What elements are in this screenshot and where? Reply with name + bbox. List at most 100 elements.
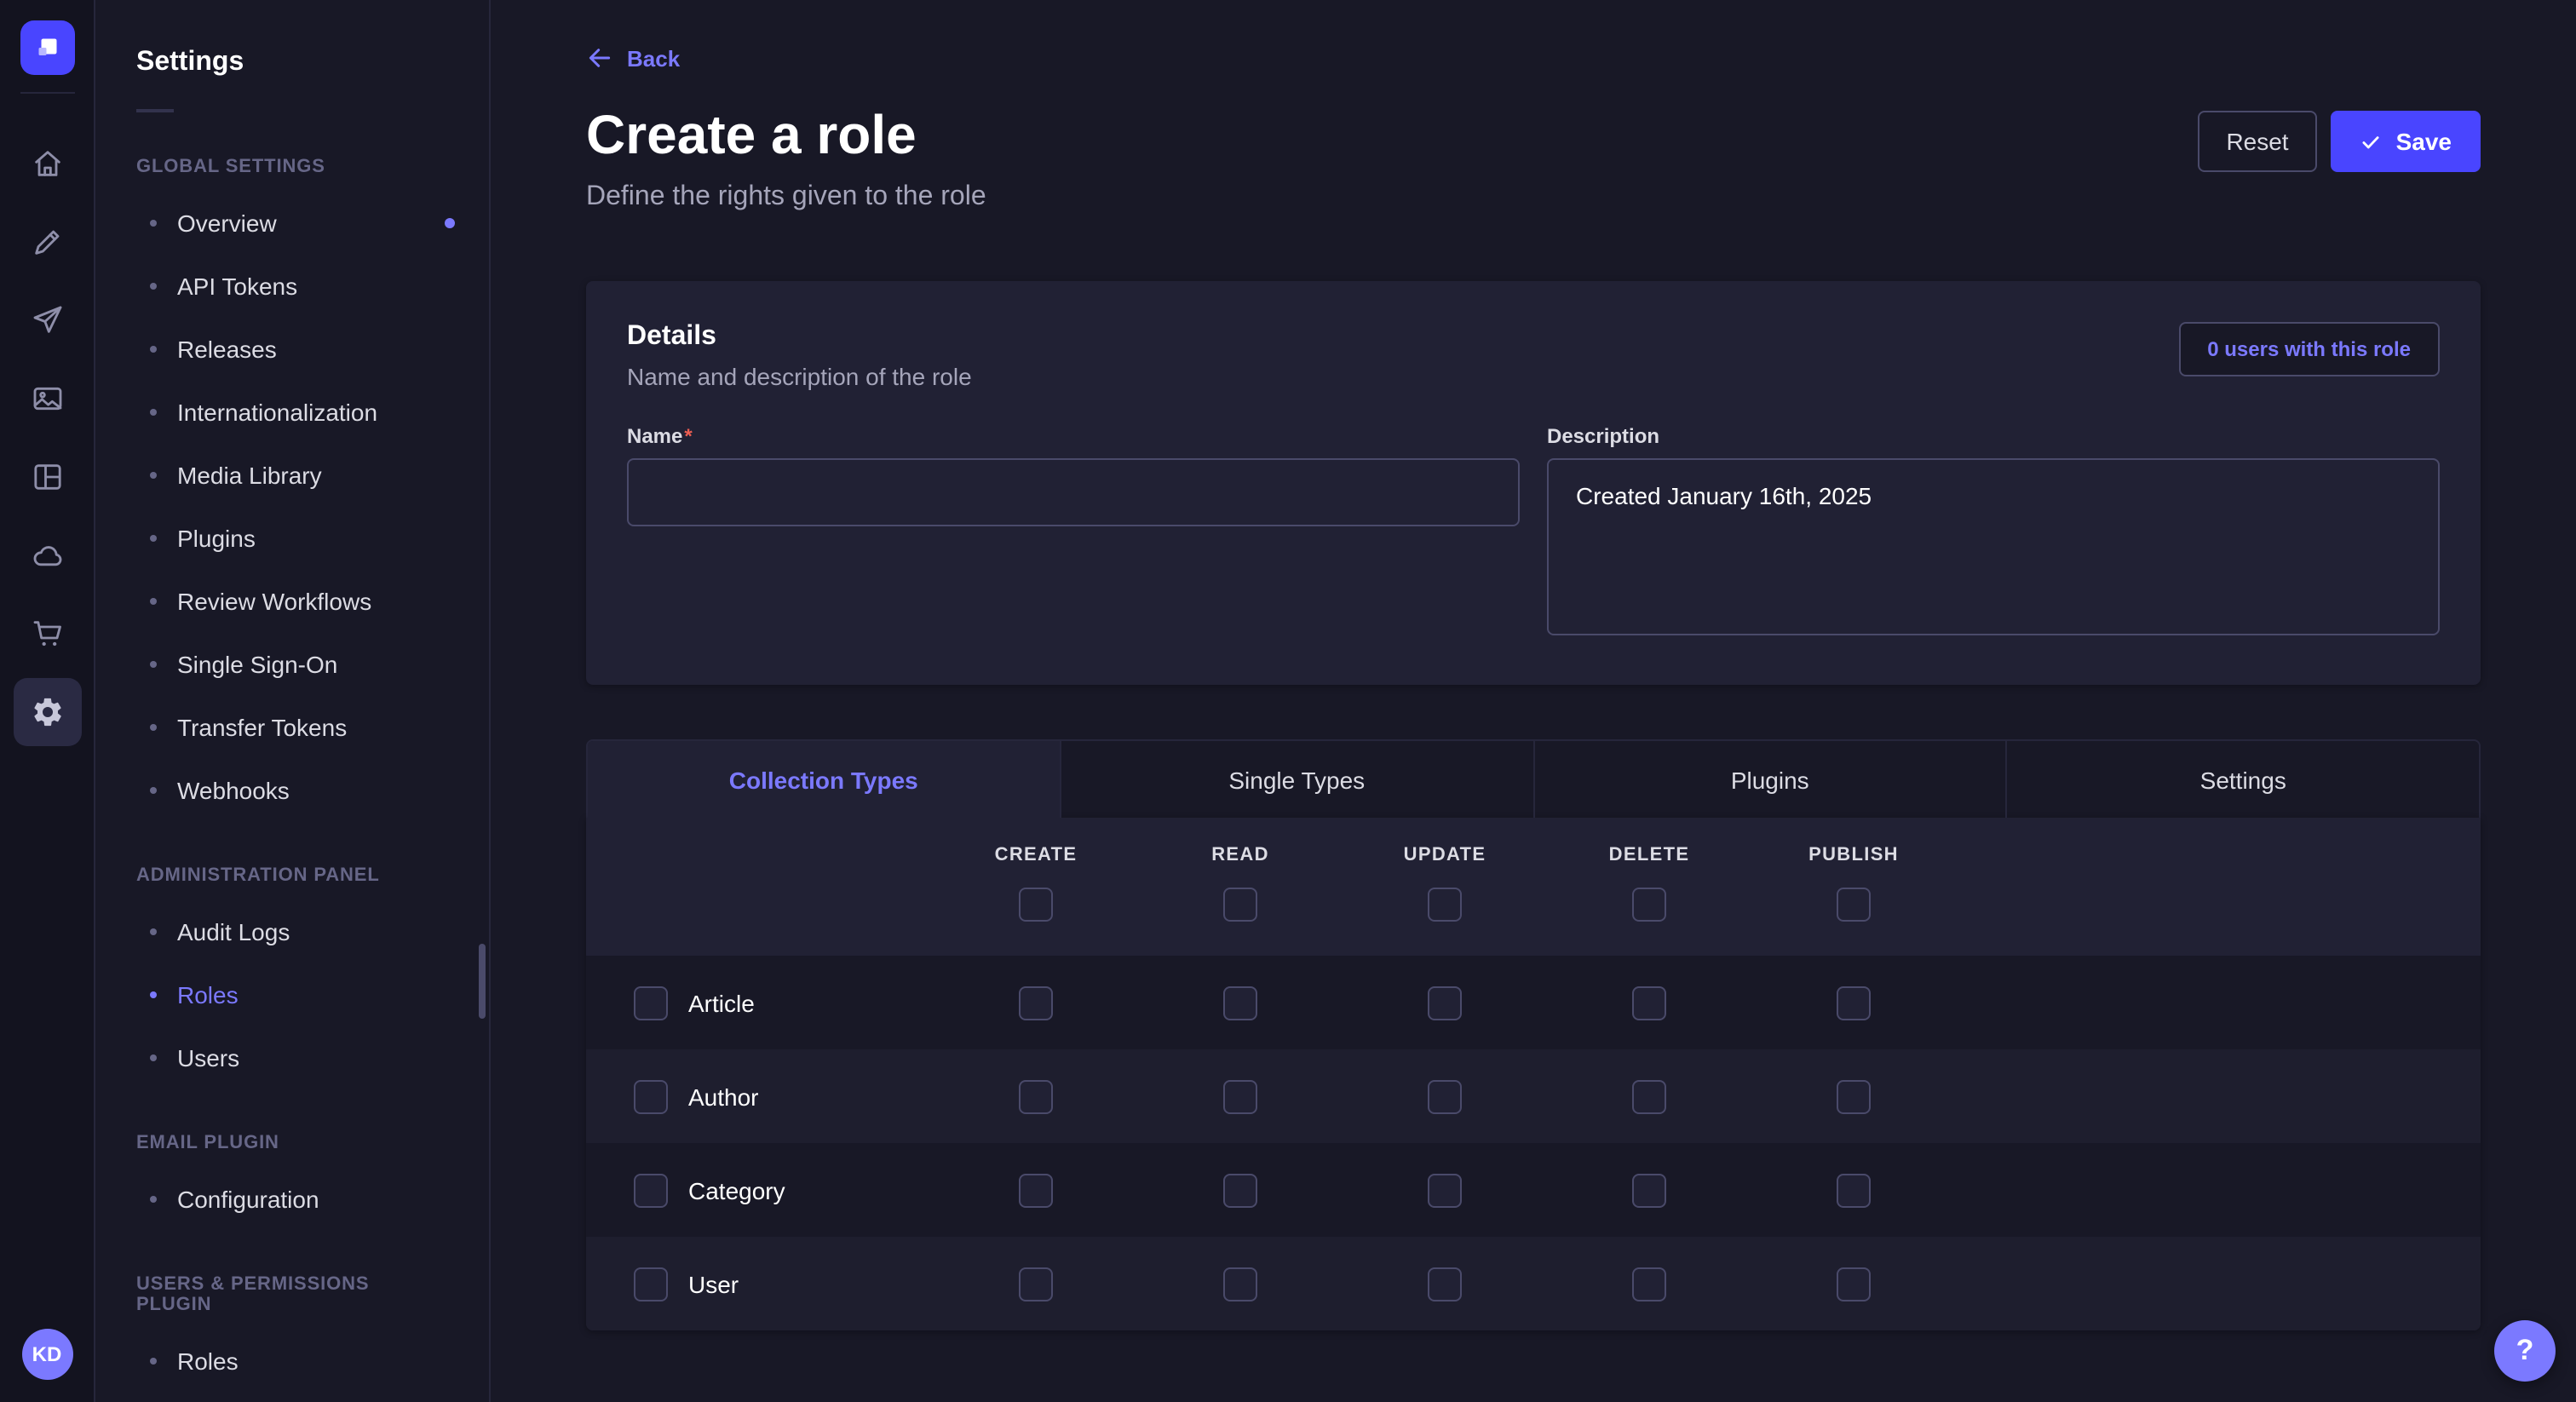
- releases-icon: [30, 303, 64, 337]
- sidebar-item-webhooks[interactable]: Webhooks: [95, 758, 489, 821]
- sidebar-item-roles[interactable]: Roles: [95, 1329, 489, 1392]
- select-all-update-checkbox[interactable]: [1428, 888, 1462, 922]
- user-update-checkbox[interactable]: [1428, 1267, 1462, 1301]
- sidebar-item-providers[interactable]: Providers: [95, 1392, 489, 1402]
- bullet-icon: [150, 1054, 157, 1060]
- select-all-publish-checkbox[interactable]: [1837, 888, 1871, 922]
- user-read-checkbox[interactable]: [1223, 1267, 1257, 1301]
- article-create-checkbox[interactable]: [1019, 985, 1053, 1020]
- tab-label: Settings: [2200, 766, 2286, 793]
- bullet-icon: [150, 471, 157, 478]
- rail-item-home[interactable]: [13, 129, 81, 198]
- bullet-icon: [150, 408, 157, 415]
- permissions-header-row: CREATEREADUPDATEDELETEPUBLISH: [586, 818, 2481, 956]
- user-create-checkbox[interactable]: [1019, 1267, 1053, 1301]
- details-heading: Details: [627, 322, 972, 353]
- sidebar-item-single-sign-on[interactable]: Single Sign-On: [95, 632, 489, 695]
- content-manager-icon: [30, 225, 64, 259]
- sidebar-item-media-library[interactable]: Media Library: [95, 443, 489, 506]
- sidebar-item-configuration[interactable]: Configuration: [95, 1167, 489, 1230]
- rail-item-content-type-builder[interactable]: [13, 443, 81, 511]
- rail-item-cloud[interactable]: [13, 521, 81, 589]
- rail-item-marketplace[interactable]: [13, 600, 81, 668]
- cell-article-read: [1138, 985, 1343, 1020]
- sidebar-item-transfer-tokens[interactable]: Transfer Tokens: [95, 695, 489, 758]
- select-row-article-checkbox[interactable]: [634, 985, 668, 1020]
- rail-item-settings[interactable]: [13, 678, 81, 746]
- sidebar-scrollbar-thumb[interactable]: [479, 944, 486, 1019]
- sidebar-item-internationalization[interactable]: Internationalization: [95, 380, 489, 443]
- rail-nav: [13, 124, 81, 751]
- category-update-checkbox[interactable]: [1428, 1173, 1462, 1207]
- rail-item-content-manager[interactable]: [13, 208, 81, 276]
- perm-column-label: UPDATE: [1404, 845, 1486, 865]
- save-button[interactable]: Save: [2332, 111, 2481, 172]
- tab-single-types[interactable]: Single Types: [1061, 741, 1535, 818]
- sidebar-item-label: Single Sign-On: [177, 650, 337, 677]
- users-with-role-button[interactable]: 0 users with this role: [2178, 322, 2440, 376]
- sidebar-item-api-tokens[interactable]: API Tokens: [95, 254, 489, 317]
- sidebar-section-label: ADMINISTRATION PANEL: [136, 865, 448, 886]
- cell-user-read: [1138, 1267, 1343, 1301]
- category-delete-checkbox[interactable]: [1632, 1173, 1666, 1207]
- rail-item-media-library[interactable]: [13, 365, 81, 433]
- page-subtitle: Define the rights given to the role: [586, 182, 986, 213]
- sidebar-item-review-workflows[interactable]: Review Workflows: [95, 569, 489, 632]
- help-button[interactable]: ?: [2494, 1320, 2556, 1382]
- select-all-create-checkbox[interactable]: [1019, 888, 1053, 922]
- permissions-panel: Collection TypesSingle Types Plugins Setti…: [586, 739, 2481, 1330]
- media-library-icon: [30, 382, 64, 416]
- sidebar-item-plugins[interactable]: Plugins: [95, 506, 489, 569]
- select-row-author-checkbox[interactable]: [634, 1079, 668, 1113]
- author-read-checkbox[interactable]: [1223, 1079, 1257, 1113]
- tab-plugins[interactable]: Plugins: [1534, 741, 2008, 818]
- sidebar-item-releases[interactable]: Releases: [95, 317, 489, 380]
- author-update-checkbox[interactable]: [1428, 1079, 1462, 1113]
- author-create-checkbox[interactable]: [1019, 1079, 1053, 1113]
- article-update-checkbox[interactable]: [1428, 985, 1462, 1020]
- main-nav-rail: KD: [0, 0, 95, 1402]
- sidebar-item-overview[interactable]: Overview: [95, 191, 489, 254]
- row-name-cell: User: [586, 1267, 934, 1301]
- bullet-icon: [150, 282, 157, 289]
- permission-row-user: User: [586, 1237, 2481, 1330]
- select-row-category-checkbox[interactable]: [634, 1173, 668, 1207]
- user-delete-checkbox[interactable]: [1632, 1267, 1666, 1301]
- sidebar-item-audit-logs[interactable]: Audit Logs: [95, 899, 489, 962]
- article-publish-checkbox[interactable]: [1837, 985, 1871, 1020]
- tab-label: Plugins: [1731, 766, 1809, 793]
- user-publish-checkbox[interactable]: [1837, 1267, 1871, 1301]
- content-type-label: User: [688, 1270, 739, 1297]
- sidebar-item-label: Users: [177, 1043, 239, 1071]
- category-read-checkbox[interactable]: [1223, 1173, 1257, 1207]
- details-card-header: Details Name and description of the role…: [627, 322, 2440, 390]
- page-title: Create a role: [586, 101, 986, 169]
- rail-item-releases[interactable]: [13, 286, 81, 354]
- perm-column-update: UPDATE: [1343, 845, 1547, 922]
- category-create-checkbox[interactable]: [1019, 1173, 1053, 1207]
- permissions-table: CREATEREADUPDATEDELETEPUBLISH ArticleAut…: [586, 818, 2481, 1330]
- tab-collection-types[interactable]: Collection Types: [588, 741, 1061, 818]
- settings-sidebar: Settings GLOBAL SETTINGSOverviewAPI Toke…: [95, 0, 491, 1402]
- select-all-delete-checkbox[interactable]: [1632, 888, 1666, 922]
- article-delete-checkbox[interactable]: [1632, 985, 1666, 1020]
- description-input[interactable]: Created January 16th, 2025: [1547, 458, 2440, 635]
- back-link[interactable]: Back: [586, 44, 680, 72]
- reset-button[interactable]: Reset: [2197, 111, 2317, 172]
- cell-category-read: [1138, 1173, 1343, 1207]
- strapi-logo[interactable]: [20, 20, 74, 75]
- details-card: Details Name and description of the role…: [586, 281, 2481, 685]
- name-input[interactable]: [627, 458, 1520, 526]
- permission-row-article: Article: [586, 956, 2481, 1049]
- sidebar-item-roles[interactable]: Roles: [95, 962, 489, 1026]
- user-avatar[interactable]: KD: [21, 1329, 72, 1380]
- select-all-read-checkbox[interactable]: [1223, 888, 1257, 922]
- article-read-checkbox[interactable]: [1223, 985, 1257, 1020]
- author-delete-checkbox[interactable]: [1632, 1079, 1666, 1113]
- author-publish-checkbox[interactable]: [1837, 1079, 1871, 1113]
- tab-settings[interactable]: Settings: [2008, 741, 2480, 818]
- category-publish-checkbox[interactable]: [1837, 1173, 1871, 1207]
- select-row-user-checkbox[interactable]: [634, 1267, 668, 1301]
- sidebar-item-users[interactable]: Users: [95, 1026, 489, 1089]
- notification-dot: [445, 217, 455, 227]
